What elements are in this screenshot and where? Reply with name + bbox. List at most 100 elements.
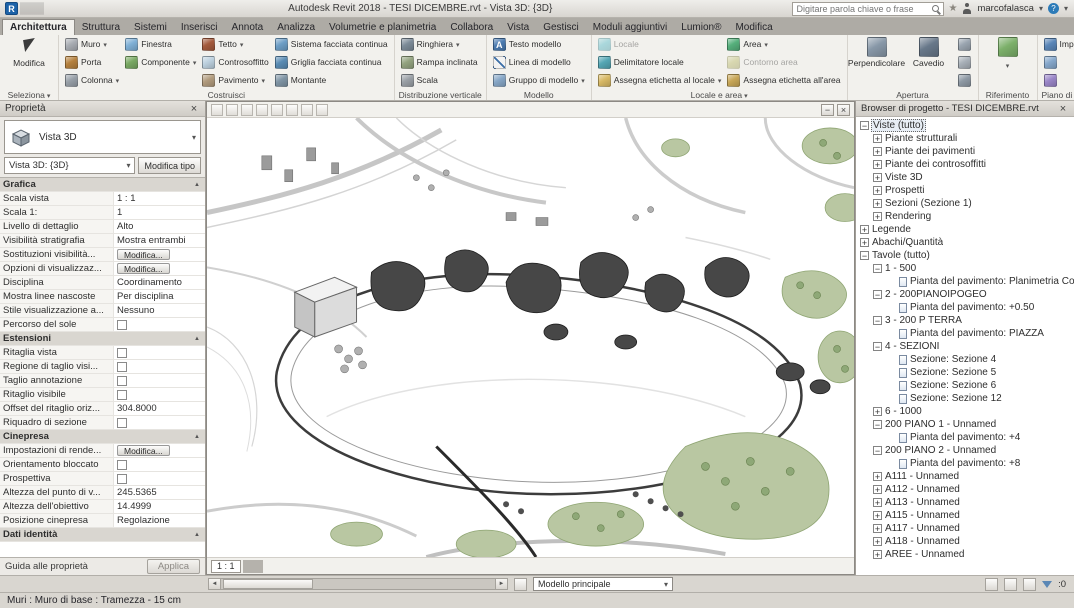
tree-item[interactable]: Piante dei pavimenti <box>856 145 1074 158</box>
tree-item[interactable]: A113 - Unnamed <box>856 496 1074 509</box>
view-control-icon[interactable] <box>261 560 263 573</box>
section-collapse-icon[interactable] <box>194 182 200 188</box>
tree-item[interactable]: A112 - Unnamed <box>856 483 1074 496</box>
ribbon-button[interactable]: Perpendicolare <box>851 35 903 89</box>
property-value[interactable] <box>114 388 205 401</box>
ribbon-button[interactable]: Griglia facciata continua <box>272 53 391 71</box>
tree-item[interactable]: AREE - Unnamed <box>856 548 1074 561</box>
horizontal-scrollbar[interactable] <box>208 578 508 590</box>
tree-expander-icon[interactable] <box>873 524 882 533</box>
tree-item[interactable]: Pianta del pavimento: PIAZZA <box>856 327 1074 340</box>
model-view[interactable] <box>207 118 854 557</box>
ribbon-button[interactable]: Assegna etichetta al locale <box>595 71 725 89</box>
tree-expander-icon[interactable] <box>873 550 882 559</box>
help-icon[interactable] <box>1048 3 1059 14</box>
properties-help-link[interactable]: Guida alle proprietà <box>5 561 88 572</box>
tree-expander-icon[interactable] <box>873 485 882 494</box>
property-value[interactable] <box>114 458 205 471</box>
ribbon-button[interactable]: Testo modello <box>490 35 588 53</box>
property-value[interactable]: Modifica... <box>114 248 205 261</box>
property-checkbox[interactable] <box>117 376 127 386</box>
tree-item[interactable]: 200 PIANO 1 - Unnamed <box>856 418 1074 431</box>
ribbon-button[interactable]: Area <box>724 35 843 53</box>
ribbon-button[interactable]: Rampa inclinata <box>398 53 481 71</box>
ribbon-panel-label[interactable]: Riferimento <box>979 89 1037 100</box>
tree-item[interactable]: A118 - Unnamed <box>856 535 1074 548</box>
ribbon-button[interactable]: Locale <box>595 35 725 53</box>
ribbon-tab[interactable]: Struttura <box>75 20 127 35</box>
property-checkbox[interactable] <box>117 418 127 428</box>
ribbon-button[interactable] <box>982 35 1034 89</box>
tree-expander-icon[interactable] <box>873 407 882 416</box>
tree-expander-icon[interactable] <box>873 147 882 156</box>
ribbon-panel-label[interactable]: Locale e area <box>592 89 847 100</box>
ribbon-tab[interactable]: Moduli aggiuntivi <box>586 20 675 35</box>
tree-expander-icon[interactable] <box>873 472 882 481</box>
tree-item[interactable]: Sezione: Sezione 5 <box>856 366 1074 379</box>
ribbon-tab[interactable]: Collabora <box>443 20 500 35</box>
ribbon-panel-label[interactable]: Seleziona <box>0 89 58 100</box>
ribbon-button[interactable] <box>1041 53 1061 71</box>
tree-item[interactable]: Viste (tutto) <box>856 119 1074 132</box>
user-menu-caret-icon[interactable] <box>1039 3 1043 14</box>
tree-item[interactable]: Pianta del pavimento: +8 <box>856 457 1074 470</box>
tree-expander-icon[interactable] <box>873 199 882 208</box>
tree-expander-icon[interactable] <box>873 511 882 520</box>
ribbon-button[interactable]: Colonna <box>62 71 122 89</box>
property-value[interactable]: 1 <box>114 206 205 219</box>
ribbon-button[interactable] <box>955 71 975 89</box>
ribbon-button[interactable]: Cavedio <box>903 35 955 89</box>
tree-item[interactable]: Sezione: Sezione 4 <box>856 353 1074 366</box>
section-collapse-icon[interactable] <box>194 434 200 440</box>
tree-item[interactable]: Sezione: Sezione 6 <box>856 379 1074 392</box>
username[interactable]: marcofalasca <box>977 3 1034 14</box>
property-value[interactable]: Alto <box>114 220 205 233</box>
section-collapse-icon[interactable] <box>194 336 200 342</box>
ribbon-tab[interactable]: Lumion® <box>674 20 728 35</box>
tree-item[interactable]: A115 - Unnamed <box>856 509 1074 522</box>
tree-expander-icon[interactable] <box>873 264 882 273</box>
property-checkbox[interactable] <box>117 348 127 358</box>
property-value[interactable]: 1 : 1 <box>114 192 205 205</box>
close-view-button[interactable] <box>837 104 850 116</box>
revit-logo-icon[interactable] <box>5 2 18 15</box>
ribbon-button[interactable]: Scala <box>398 71 481 89</box>
tree-item[interactable]: 200 PIANO 2 - Unnamed <box>856 444 1074 457</box>
ribbon-button[interactable]: Modifica <box>3 35 55 89</box>
tree-item[interactable]: Pianta del pavimento: +4 <box>856 431 1074 444</box>
tree-expander-icon[interactable] <box>873 134 882 143</box>
search-box[interactable] <box>792 2 944 16</box>
property-value[interactable]: Regolazione <box>114 514 205 527</box>
section-collapse-icon[interactable] <box>194 532 200 538</box>
property-value[interactable]: 304.8000 <box>114 402 205 415</box>
ribbon-button[interactable]: Gruppo di modello <box>490 71 588 89</box>
view-toolbar-icon[interactable] <box>271 104 283 116</box>
design-options-select[interactable]: Modello principale <box>533 577 673 591</box>
ribbon-panel-label[interactable]: Distribuzione verticale <box>395 89 486 100</box>
ribbon-tab[interactable]: Vista <box>500 20 536 35</box>
tree-expander-icon[interactable] <box>873 537 882 546</box>
tree-item[interactable]: 2 - 200PIANOIPOGEO <box>856 288 1074 301</box>
ribbon-tab[interactable]: Architettura <box>2 19 75 35</box>
worksets-icon[interactable] <box>514 578 527 591</box>
ribbon-button[interactable]: Muro <box>62 35 122 53</box>
tree-item[interactable]: A117 - Unnamed <box>856 522 1074 535</box>
modify-value-button[interactable]: Modifica... <box>117 263 170 274</box>
modify-value-button[interactable]: Modifica... <box>117 249 170 260</box>
ribbon-tab[interactable]: Sistemi <box>127 20 174 35</box>
property-checkbox[interactable] <box>117 390 127 400</box>
property-value[interactable]: Per disciplina <box>114 290 205 303</box>
view-toolbar-icon[interactable] <box>241 104 253 116</box>
view-scale-button[interactable]: 1 : 1 <box>211 560 241 573</box>
tree-item[interactable]: 6 - 1000 <box>856 405 1074 418</box>
ribbon-button[interactable] <box>955 53 975 71</box>
property-value[interactable]: 14.4999 <box>114 500 205 513</box>
tree-expander-icon[interactable] <box>873 316 882 325</box>
property-value[interactable] <box>114 416 205 429</box>
ribbon-button[interactable]: Ringhiera <box>398 35 481 53</box>
property-value[interactable] <box>114 346 205 359</box>
tree-expander-icon[interactable] <box>873 446 882 455</box>
tree-expander-icon[interactable] <box>873 342 882 351</box>
scrollbar-thumb[interactable] <box>223 579 313 589</box>
type-selector[interactable]: Vista 3D <box>4 120 201 154</box>
